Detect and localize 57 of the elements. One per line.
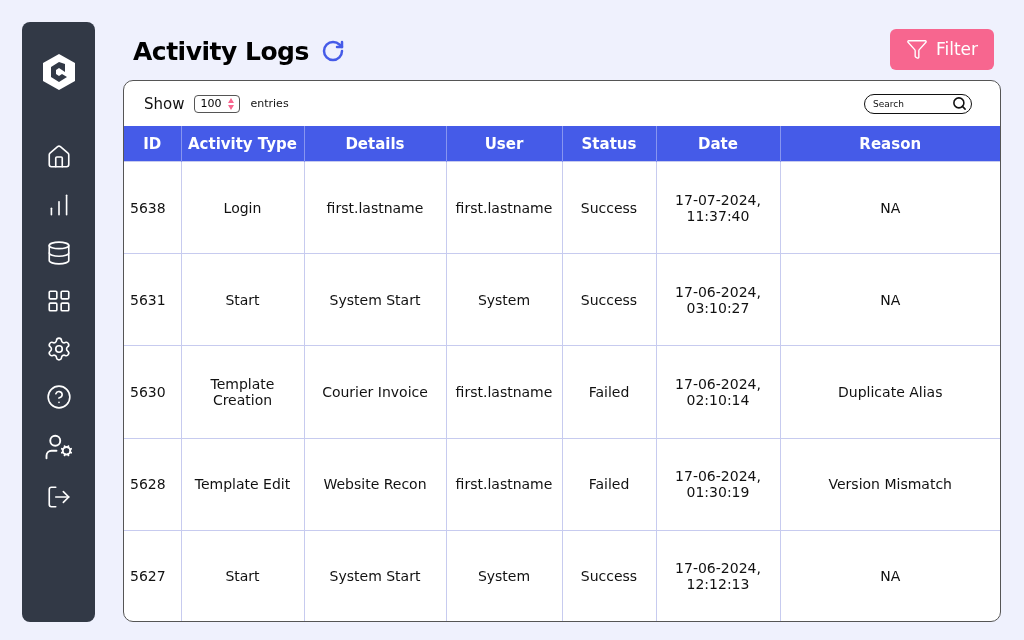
table-cell: NA bbox=[780, 161, 1000, 254]
user-settings-icon[interactable] bbox=[43, 432, 74, 462]
table-cell: first.lastname bbox=[304, 161, 446, 254]
table-cell: first.lastname bbox=[446, 161, 562, 254]
table-cell: Version Mismatch bbox=[780, 438, 1000, 531]
entries-spinner[interactable]: 100 bbox=[194, 94, 241, 113]
column-header: ID bbox=[124, 126, 181, 162]
refresh-icon[interactable] bbox=[320, 39, 345, 63]
settings-icon[interactable] bbox=[45, 336, 72, 362]
table-cell: Website Recon bbox=[304, 438, 446, 531]
table-cell: 17-06-2024, 01:30:19 bbox=[656, 438, 780, 531]
table-cell: Template Edit bbox=[181, 438, 304, 531]
logout-icon[interactable] bbox=[45, 484, 72, 510]
table-cell: 17-07-2024, 11:37:40 bbox=[656, 161, 780, 254]
page-title: Activity Logs bbox=[133, 36, 309, 66]
table-cell: 17-06-2024, 03:10:27 bbox=[656, 253, 780, 346]
database-icon[interactable] bbox=[45, 240, 72, 266]
table-cell: 5631 bbox=[124, 253, 181, 346]
table-cell: 17-06-2024, 12:12:13 bbox=[656, 530, 780, 621]
table-cell: Success bbox=[562, 530, 656, 621]
grid-icon[interactable] bbox=[45, 288, 72, 314]
column-header: Status bbox=[562, 126, 656, 162]
table-cell: System Start bbox=[304, 530, 446, 621]
column-header: User bbox=[446, 126, 562, 162]
table-cell: System bbox=[446, 530, 562, 621]
table-cell: 5638 bbox=[124, 161, 181, 254]
search-icon[interactable] bbox=[952, 95, 967, 111]
column-header: Details bbox=[304, 126, 446, 162]
table-cell: 5630 bbox=[124, 345, 181, 438]
table-cell: NA bbox=[780, 530, 1000, 621]
table-cell: System Start bbox=[304, 253, 446, 346]
table-cell: 5627 bbox=[124, 530, 181, 621]
table-cell: Start bbox=[181, 253, 304, 346]
table-cell: Courier Invoice bbox=[304, 345, 446, 438]
table-cell: 17-06-2024, 02:10:14 bbox=[656, 345, 780, 438]
column-header: Date bbox=[656, 126, 780, 162]
table-cell: 5628 bbox=[124, 438, 181, 531]
show-label: Show bbox=[144, 94, 185, 113]
table-cell: Success bbox=[562, 253, 656, 346]
entries-label: entries bbox=[250, 97, 289, 110]
table-cell: Failed bbox=[562, 438, 656, 531]
home-icon[interactable] bbox=[45, 144, 72, 170]
column-header: Activity Type bbox=[181, 126, 304, 162]
table-cell: first.lastname bbox=[446, 438, 562, 531]
table-cell: Duplicate Alias bbox=[780, 345, 1000, 438]
table-cell: NA bbox=[780, 253, 1000, 346]
help-icon[interactable] bbox=[45, 384, 72, 410]
table-cell: Template Creation bbox=[181, 345, 304, 438]
table-cell: System bbox=[446, 253, 562, 346]
column-header: Reason bbox=[780, 126, 1000, 162]
search-field[interactable]: Search bbox=[864, 93, 972, 114]
table-cell: Success bbox=[562, 161, 656, 254]
table-cell: Login bbox=[181, 161, 304, 254]
table-cell: Failed bbox=[562, 345, 656, 438]
filter-icon bbox=[905, 38, 928, 60]
table-cell: Start bbox=[181, 530, 304, 621]
table-cell: first.lastname bbox=[446, 345, 562, 438]
